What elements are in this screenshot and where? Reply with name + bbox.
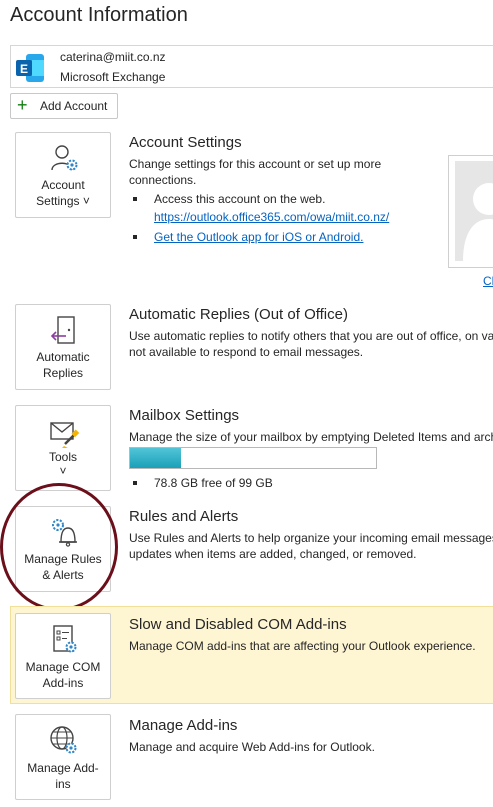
automatic-replies-title: Automatic Replies (Out of Office)	[129, 306, 348, 323]
account-settings-title: Account Settings	[129, 134, 242, 151]
exchange-logo-icon: E	[16, 54, 44, 82]
owa-link[interactable]: https://outlook.office365.com/owa/miit.c…	[154, 210, 389, 224]
rules-alerts-desc-2: updates when items are added, changed, o…	[129, 547, 417, 561]
automatic-replies-desc-1: Use automatic replies to notify others t…	[129, 329, 493, 343]
svg-text:E: E	[20, 62, 28, 76]
bullet-icon	[133, 197, 137, 201]
globe-addins-icon	[50, 726, 77, 754]
rules-alerts-desc-1: Use Rules and Alerts to help organize yo…	[129, 531, 493, 545]
automatic-replies-label-1: Automatic	[36, 350, 90, 364]
manage-addins-label-2: ins	[55, 777, 71, 791]
com-addins-icon	[53, 625, 77, 653]
add-account-label: Add Account	[40, 99, 108, 113]
annotation-circle	[0, 483, 118, 611]
person-silhouette-icon	[463, 183, 493, 261]
manage-com-label-1: Manage COM	[25, 660, 101, 674]
account-email: caterina@miit.co.nz	[60, 50, 166, 64]
mailbox-free-space: 78.8 GB free of 99 GB	[154, 476, 273, 490]
automatic-replies-label-2: Replies	[42, 366, 84, 380]
account-settings-label-2: Settings ˅	[36, 194, 90, 208]
change-photo-link[interactable]: Ch	[483, 274, 493, 288]
account-settings-icon	[51, 145, 78, 171]
chevron-down-icon: ˅	[59, 464, 67, 478]
web-access-text: Access this account on the web.	[154, 192, 326, 206]
account-settings-desc-2: connections.	[129, 173, 197, 187]
mailbox-settings-desc: Manage the size of your mailbox by empty…	[129, 430, 493, 444]
account-settings-label-1: Account	[41, 178, 85, 192]
bullet-icon	[133, 481, 137, 485]
manage-com-label-2: Add-ins	[42, 676, 84, 690]
com-addins-desc: Manage COM add-ins that are affecting yo…	[129, 639, 476, 653]
profile-photo-placeholder	[455, 161, 493, 261]
automatic-replies-desc-2: not available to respond to email messag…	[129, 345, 364, 359]
mailbox-settings-title: Mailbox Settings	[129, 407, 240, 424]
manage-addins-title: Manage Add-ins	[129, 717, 238, 734]
manage-addins-label-1: Manage Add-	[27, 761, 99, 775]
bullet-icon	[133, 235, 137, 239]
mobile-app-link[interactable]: Get the Outlook app for iOS or Android.	[154, 230, 363, 244]
mailbox-usage-fill	[130, 448, 181, 468]
automatic-replies-icon	[50, 316, 75, 344]
account-type: Microsoft Exchange	[60, 70, 166, 84]
account-settings-desc-1: Change settings for this account or set …	[129, 157, 382, 171]
manage-addins-desc: Manage and acquire Web Add-ins for Outlo…	[129, 740, 375, 754]
rules-alerts-title: Rules and Alerts	[129, 508, 239, 525]
tools-icon	[50, 422, 80, 448]
plus-icon: +	[17, 95, 28, 115]
page-title: Account Information	[10, 4, 188, 26]
com-addins-title: Slow and Disabled COM Add-ins	[129, 616, 347, 633]
